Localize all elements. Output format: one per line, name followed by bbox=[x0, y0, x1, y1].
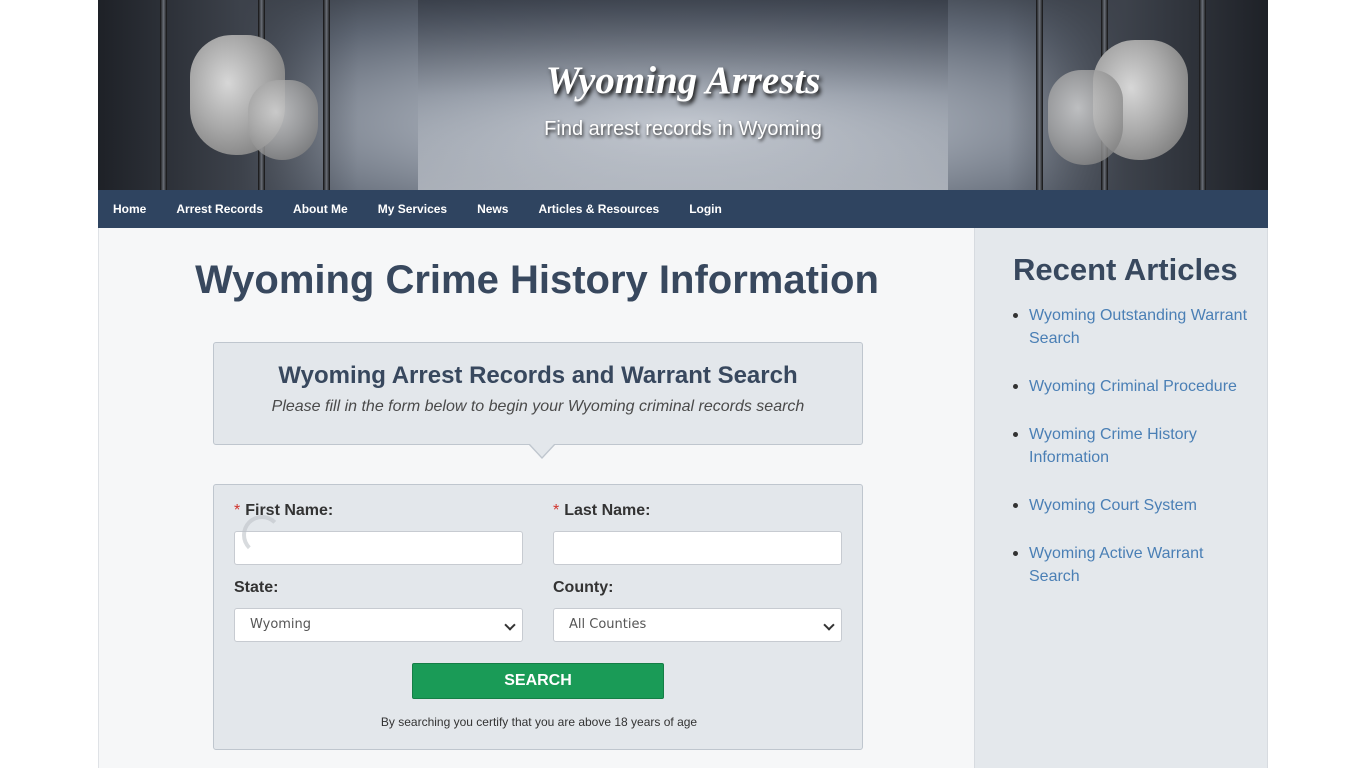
article-link[interactable]: Wyoming Criminal Procedure bbox=[1013, 375, 1253, 398]
nav-item-login[interactable]: Login bbox=[689, 190, 722, 228]
search-header-subtitle: Please fill in the form below to begin y… bbox=[271, 398, 805, 415]
required-marker: * bbox=[553, 502, 560, 519]
last-name-group: * Last Name: bbox=[553, 502, 842, 565]
nav-item-arrest-records[interactable]: Arrest Records bbox=[176, 190, 263, 228]
state-select[interactable]: Wyoming bbox=[234, 608, 523, 642]
loading-spinner-icon bbox=[242, 515, 282, 555]
first-name-label: * First Name: bbox=[234, 502, 334, 519]
search-header-title: Wyoming Arrest Records and Warrant Searc… bbox=[278, 362, 798, 389]
sidebar-title: Recent Articles bbox=[1013, 252, 1238, 287]
county-select-value: All Counties bbox=[569, 617, 647, 632]
state-select-value: Wyoming bbox=[250, 617, 312, 632]
age-certify-text: By searching you certify that you are ab… bbox=[380, 715, 698, 729]
nav-item-about-me[interactable]: About Me bbox=[293, 190, 348, 228]
state-label: State: bbox=[234, 579, 279, 596]
recent-articles-list: Wyoming Outstanding Warrant Search Wyomi… bbox=[1013, 304, 1253, 613]
site-subtitle: Find arrest records in Wyoming bbox=[544, 118, 822, 140]
article-link[interactable]: Wyoming Court System bbox=[1013, 494, 1253, 517]
page-title: Wyoming Crime History Information bbox=[195, 258, 879, 302]
site-title[interactable]: Wyoming Arrests bbox=[98, 58, 1268, 103]
header-banner: Wyoming Arrests Find arrest records in W… bbox=[98, 0, 1268, 190]
article-link[interactable]: Wyoming Crime History Information bbox=[1013, 423, 1253, 469]
article-link[interactable]: Wyoming Outstanding Warrant Search bbox=[1013, 304, 1253, 350]
main-nav: Home Arrest Records About Me My Services… bbox=[98, 190, 1268, 228]
last-name-input[interactable] bbox=[553, 531, 842, 565]
chevron-down-icon bbox=[504, 619, 516, 631]
county-group: County: All Counties bbox=[553, 579, 842, 642]
chevron-down-icon bbox=[823, 619, 835, 631]
county-select[interactable]: All Counties bbox=[553, 608, 842, 642]
nav-item-news[interactable]: News bbox=[477, 190, 508, 228]
sidebar: Recent Articles Wyoming Outstanding Warr… bbox=[974, 228, 1268, 768]
nav-item-articles-resources[interactable]: Articles & Resources bbox=[538, 190, 659, 228]
article-link[interactable]: Wyoming Active Warrant Search bbox=[1013, 542, 1253, 588]
state-group: State: Wyoming bbox=[234, 579, 523, 642]
search-header-box: Wyoming Arrest Records and Warrant Searc… bbox=[213, 342, 863, 459]
site-container: Wyoming Arrests Find arrest records in W… bbox=[98, 0, 1268, 768]
search-form: * First Name: * Last Name: State: Wyoming … bbox=[213, 484, 863, 750]
nav-item-home[interactable]: Home bbox=[113, 190, 146, 228]
county-label: County: bbox=[553, 579, 614, 596]
required-marker: * bbox=[234, 502, 241, 519]
last-name-label: * Last Name: bbox=[553, 502, 651, 519]
nav-item-my-services[interactable]: My Services bbox=[378, 190, 447, 228]
main-content: Wyoming Crime History Information Wyomin… bbox=[98, 228, 974, 768]
search-button[interactable]: SEARCH bbox=[412, 663, 664, 699]
